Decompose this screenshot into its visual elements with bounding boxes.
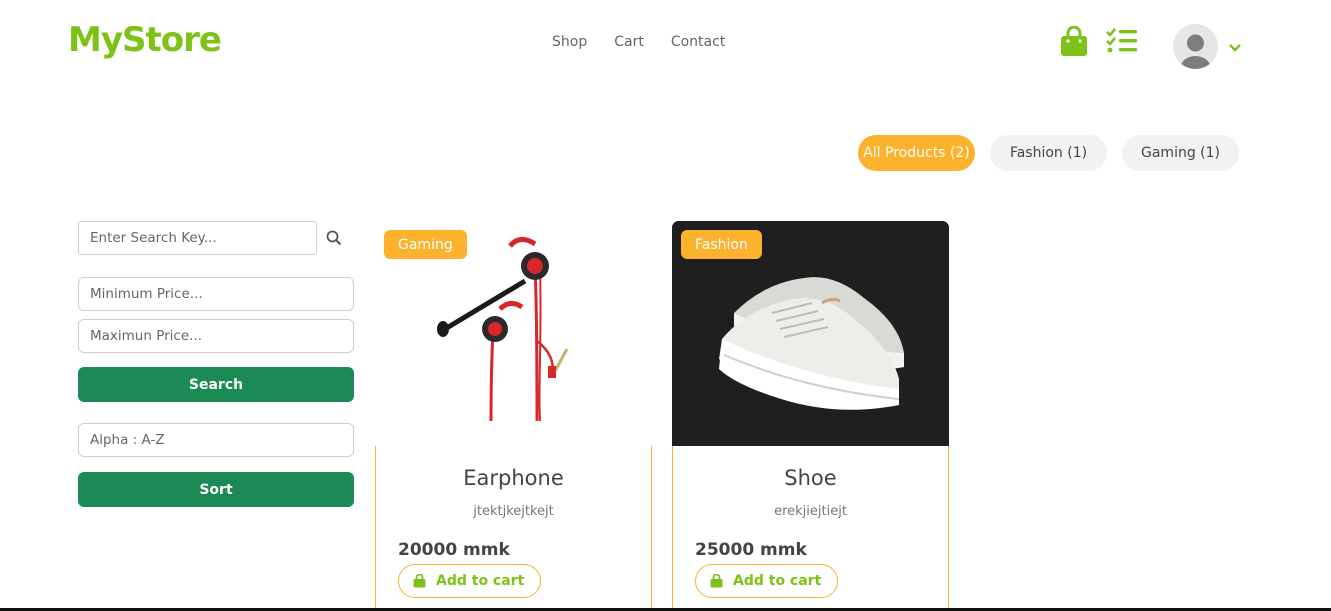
add-to-cart-label: Add to cart <box>436 573 525 589</box>
chevron-down-icon[interactable] <box>1229 40 1241 58</box>
search-input[interactable]: Enter Search Key... <box>78 221 317 255</box>
search-button[interactable]: Search <box>78 367 354 402</box>
category-tag: Gaming <box>384 230 467 259</box>
shopping-bag-icon <box>710 574 723 588</box>
product-name[interactable]: Shoe <box>672 466 949 490</box>
product-image-shoe[interactable]: Fashion <box>672 221 949 446</box>
add-to-cart-button[interactable]: Add to cart <box>695 564 839 598</box>
nav-contact[interactable]: Contact <box>671 34 725 50</box>
category-filters: All Products (2) Fashion (1) Gaming (1) <box>858 135 1254 171</box>
search-icon[interactable] <box>326 230 342 251</box>
shopping-bag-icon[interactable] <box>1060 25 1088 62</box>
min-price-input[interactable]: Minimum Price... <box>78 277 354 311</box>
sort-select[interactable]: Alpha : A-Z <box>78 423 354 457</box>
category-tag: Fashion <box>681 230 762 259</box>
add-to-cart-button[interactable]: Add to cart <box>398 564 542 598</box>
add-to-cart-label: Add to cart <box>733 573 822 589</box>
product-description: erekjiejtiejt <box>774 504 847 519</box>
product-card: Gaming Earphone jtektjkejtkejt 20000 mmk… <box>375 221 652 611</box>
shopping-bag-icon <box>413 574 426 588</box>
max-price-input[interactable]: Maximun Price... <box>78 319 354 353</box>
product-price: 20000 mmk <box>398 540 510 560</box>
sort-button[interactable]: Sort <box>78 472 354 507</box>
nav-cart[interactable]: Cart <box>614 34 644 50</box>
filter-gaming[interactable]: Gaming (1) <box>1122 135 1239 171</box>
product-card: Fashion Shoe erekjiejtiejt 25000 mmk Add… <box>672 221 949 611</box>
user-avatar-icon[interactable] <box>1173 24 1218 69</box>
product-image-earphone[interactable]: Gaming <box>375 221 652 446</box>
filter-fashion[interactable]: Fashion (1) <box>990 135 1107 171</box>
filter-all-products[interactable]: All Products (2) <box>858 135 975 171</box>
checklist-icon[interactable] <box>1106 28 1138 59</box>
store-logo[interactable]: MyStore <box>68 20 222 60</box>
main-nav: Shop Cart Contact <box>552 34 752 50</box>
product-price: 25000 mmk <box>695 540 807 560</box>
nav-shop[interactable]: Shop <box>552 34 587 50</box>
product-name[interactable]: Earphone <box>375 466 652 490</box>
product-description: jtektjkejtkejt <box>473 504 554 519</box>
